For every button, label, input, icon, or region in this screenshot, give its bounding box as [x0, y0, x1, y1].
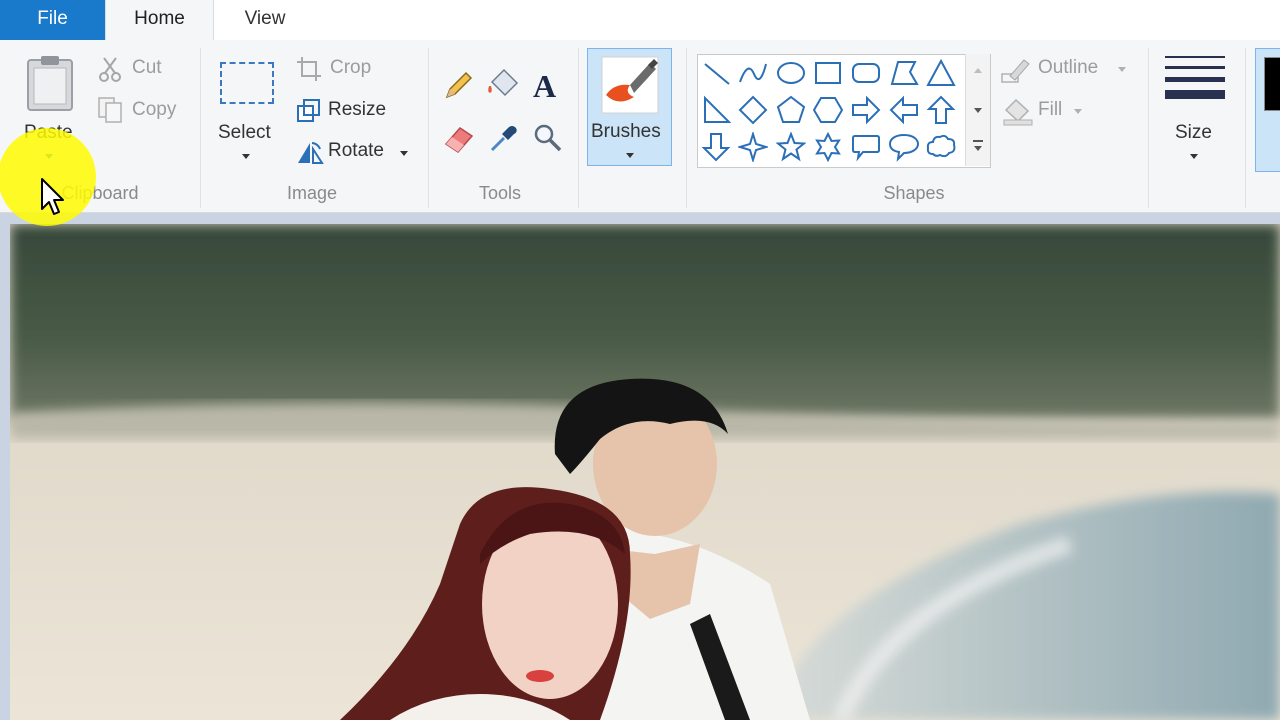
scissors-icon	[99, 57, 121, 82]
select-rectangle-icon	[220, 62, 274, 104]
up-arrow-shape-icon[interactable]	[926, 95, 956, 125]
select-label: Select	[218, 122, 271, 143]
rotate-button[interactable]: Rotate	[294, 137, 419, 167]
color-picker-icon[interactable]	[488, 122, 520, 154]
brush-icon	[601, 56, 659, 114]
color1-swatch	[1264, 57, 1280, 111]
magnifier-icon[interactable]	[532, 122, 564, 154]
copy-button[interactable]: Copy	[96, 96, 191, 126]
tab-file[interactable]: File	[0, 0, 105, 40]
pencil-icon[interactable]	[442, 70, 474, 102]
group-separator	[686, 48, 687, 208]
group-separator	[1148, 48, 1149, 208]
tools-group-label: Tools	[478, 183, 522, 203]
outline-dropdown-arrow[interactable]	[1118, 67, 1126, 72]
size-label: Size	[1175, 122, 1212, 143]
polygon-shape-icon[interactable]	[889, 58, 919, 88]
left-arrow-shape-icon[interactable]	[889, 95, 919, 125]
eraser-icon[interactable]	[442, 122, 476, 154]
resize-button[interactable]: Resize	[294, 96, 404, 126]
resize-label: Resize	[328, 99, 387, 120]
line-weight-icon	[1165, 56, 1225, 99]
brushes-dropdown-arrow[interactable]	[626, 153, 634, 158]
outline-button[interactable]: Outline	[1000, 54, 1135, 84]
gallery-scroll-up-icon[interactable]	[974, 68, 982, 73]
fill-button[interactable]: Fill	[1000, 96, 1095, 126]
paint-window: File Home View Paste Cut	[0, 0, 1280, 720]
copy-label: Copy	[132, 99, 177, 120]
five-point-star-shape-icon[interactable]	[776, 132, 806, 162]
rotate-label: Rotate	[328, 140, 384, 161]
oval-callout-shape-icon[interactable]	[889, 132, 919, 162]
mouse-cursor-icon	[41, 178, 64, 215]
crop-icon	[297, 57, 321, 81]
right-arrow-shape-icon[interactable]	[851, 95, 881, 125]
fill-bucket-icon[interactable]	[486, 68, 520, 102]
gallery-expand-icon[interactable]	[973, 140, 983, 142]
cut-label: Cut	[132, 57, 162, 78]
shapes-group-label: Shapes	[883, 183, 945, 203]
line-shape-icon[interactable]	[701, 58, 731, 88]
select-button[interactable]: Select	[210, 50, 286, 170]
pentagon-shape-icon[interactable]	[776, 95, 806, 125]
ribbon-tab-bar: File Home View	[0, 0, 1280, 41]
crop-label: Crop	[330, 57, 372, 78]
hexagon-shape-icon[interactable]	[813, 95, 843, 125]
resize-icon	[297, 99, 320, 122]
curve-shape-icon[interactable]	[738, 58, 768, 88]
down-arrow-shape-icon[interactable]	[701, 132, 731, 162]
crop-button[interactable]: Crop	[294, 54, 394, 84]
ribbon: Paste Cut Copy Clipboard Select	[0, 40, 1280, 213]
fill-bucket-small-icon	[1003, 98, 1033, 126]
oval-shape-icon[interactable]	[776, 58, 806, 88]
size-button[interactable]: Size	[1158, 50, 1232, 170]
group-separator	[1245, 48, 1246, 208]
group-separator	[578, 48, 579, 208]
tab-view[interactable]: View	[212, 0, 318, 40]
select-dropdown-arrow[interactable]	[242, 154, 250, 159]
gallery-expand-arrow-icon[interactable]	[974, 146, 982, 151]
size-dropdown-arrow[interactable]	[1190, 154, 1198, 159]
text-tool-icon[interactable]: A	[533, 68, 556, 105]
cut-button[interactable]: Cut	[96, 54, 186, 84]
shapes-gallery-scrollbar[interactable]	[965, 54, 990, 166]
rounded-rectangle-shape-icon[interactable]	[851, 58, 881, 88]
tab-home[interactable]: Home	[105, 0, 214, 41]
fill-label: Fill	[1038, 99, 1063, 120]
clipboard-icon	[27, 56, 73, 111]
brushes-label: Brushes	[591, 121, 661, 142]
fill-dropdown-arrow[interactable]	[1074, 109, 1082, 114]
rotate-dropdown-arrow[interactable]	[400, 151, 408, 156]
color1-button[interactable]	[1255, 48, 1280, 172]
six-point-star-shape-icon[interactable]	[813, 132, 843, 162]
triangle-shape-icon[interactable]	[926, 58, 956, 88]
four-point-star-shape-icon[interactable]	[738, 132, 768, 162]
canvas-image[interactable]	[10, 224, 1280, 720]
diamond-shape-icon[interactable]	[738, 95, 768, 125]
copy-icon	[98, 97, 122, 123]
image-group-label: Image	[286, 183, 338, 203]
outline-brush-icon	[1001, 59, 1030, 83]
rectangle-shape-icon[interactable]	[813, 58, 843, 88]
group-separator	[428, 48, 429, 208]
brushes-button[interactable]: Brushes	[587, 48, 672, 166]
outline-label: Outline	[1038, 57, 1099, 78]
cloud-callout-shape-icon[interactable]	[926, 132, 956, 162]
right-triangle-shape-icon[interactable]	[701, 95, 731, 125]
rotate-icon	[298, 142, 324, 164]
gallery-scroll-down-icon[interactable]	[974, 108, 982, 113]
group-separator	[200, 48, 201, 208]
rounded-callout-shape-icon[interactable]	[851, 132, 881, 162]
